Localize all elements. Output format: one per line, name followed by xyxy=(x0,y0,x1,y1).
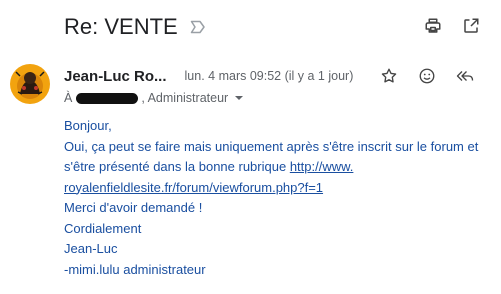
forum-link[interactable]: http://www. xyxy=(290,159,354,174)
print-icon[interactable] xyxy=(423,16,443,36)
thread-actions xyxy=(423,16,481,36)
recipients-row[interactable]: À , Administrateur xyxy=(64,90,244,106)
sender-name[interactable]: Jean-Luc Ro... xyxy=(64,68,167,85)
reply-all-icon[interactable] xyxy=(455,66,475,86)
to-prefix: À xyxy=(64,91,73,105)
body-line: -mimi.lulu administrateur xyxy=(64,261,206,277)
message-actions xyxy=(379,66,475,86)
forum-link-continued[interactable]: royalenfieldlesite.fr/forum/viewforum.ph… xyxy=(64,180,323,195)
message-body: Bonjour, Oui, ça peut se faire mais uniq… xyxy=(64,116,489,280)
body-line: Cordialement xyxy=(64,220,142,236)
label-outline-icon[interactable] xyxy=(190,20,206,34)
body-line: Bonjour, xyxy=(64,118,112,133)
email-subject: Re: VENTE xyxy=(64,14,178,39)
avatar[interactable] xyxy=(10,64,50,104)
open-in-new-icon[interactable] xyxy=(461,16,481,36)
body-line: royalenfieldlesite.fr/forum/viewforum.ph… xyxy=(64,178,489,199)
emoji-icon[interactable] xyxy=(417,66,437,86)
body-line-text: s'être présenté dans la bonne rubrique xyxy=(64,159,290,174)
body-line: Oui, ça peut se faire mais uniquement ap… xyxy=(64,138,479,154)
to-recipients: , Administrateur xyxy=(141,91,229,105)
redacted-recipient xyxy=(76,92,139,104)
caret-down-icon[interactable] xyxy=(234,94,244,102)
star-icon[interactable] xyxy=(379,66,399,86)
body-line: Merci d'avoir demandé ! xyxy=(64,200,203,215)
body-line: s'être présenté dans la bonne rubrique h… xyxy=(64,157,489,178)
message-date: lun. 4 mars 09:52 (il y a 1 jour) xyxy=(184,69,354,83)
body-line: Jean-Luc xyxy=(64,241,118,256)
